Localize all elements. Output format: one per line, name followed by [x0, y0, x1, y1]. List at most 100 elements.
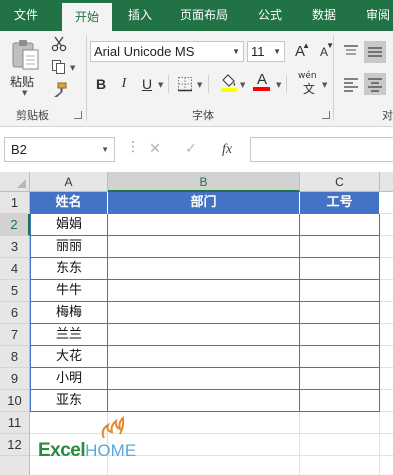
grid-cell[interactable] — [380, 412, 393, 434]
font-color-button[interactable]: A — [252, 71, 274, 93]
row-header[interactable]: 11 — [0, 412, 30, 434]
grid-cell[interactable] — [108, 434, 300, 456]
row-header[interactable]: 10 — [0, 390, 30, 412]
grid-cell[interactable] — [380, 434, 393, 456]
table-cell-name[interactable]: 丽丽 — [31, 236, 108, 258]
tab-review[interactable]: 审阅 — [358, 0, 393, 31]
fill-color-button[interactable] — [218, 71, 240, 93]
row-header[interactable]: 1 — [0, 192, 30, 214]
copy-dropdown-arrow[interactable]: ▼ — [70, 64, 75, 72]
underline-dropdown-arrow[interactable]: ▼ — [158, 81, 163, 89]
column-header-d[interactable] — [380, 172, 393, 192]
grid-cell[interactable] — [380, 192, 393, 214]
table-cell-employee-id[interactable] — [300, 302, 380, 324]
borders-dropdown-arrow[interactable]: ▼ — [197, 81, 202, 89]
table-cell-name[interactable]: 东东 — [31, 258, 108, 280]
table-cell-employee-id[interactable] — [300, 368, 380, 390]
column-header-a[interactable]: A — [30, 172, 108, 192]
table-header-employee-id[interactable]: 工号 — [300, 192, 380, 214]
grid-cell[interactable] — [380, 236, 393, 258]
row-header[interactable] — [0, 456, 30, 475]
grid-cell[interactable] — [300, 456, 380, 475]
table-cell-employee-id[interactable] — [300, 390, 380, 412]
tab-home[interactable]: 开始 — [62, 3, 112, 31]
table-cell-name[interactable]: 亚东 — [31, 390, 108, 412]
table-cell-employee-id[interactable] — [300, 236, 380, 258]
italic-button[interactable]: I — [113, 73, 135, 95]
table-cell-department[interactable] — [108, 280, 300, 302]
table-cell-department[interactable] — [108, 302, 300, 324]
column-header-b[interactable]: B — [108, 172, 300, 192]
table-cell-department[interactable] — [108, 346, 300, 368]
table-cell-employee-id[interactable] — [300, 324, 380, 346]
table-cell-name[interactable]: 牛牛 — [31, 280, 108, 302]
table-cell-department[interactable] — [108, 390, 300, 412]
grid-cell[interactable] — [380, 456, 393, 475]
copy-button[interactable] — [48, 56, 70, 78]
table-cell-department[interactable] — [108, 324, 300, 346]
grid-cell[interactable] — [380, 346, 393, 368]
grid-cell[interactable] — [380, 302, 393, 324]
grid-cell[interactable] — [380, 324, 393, 346]
table-cell-name[interactable]: 娟娟 — [31, 214, 108, 236]
table-cell-employee-id[interactable] — [300, 214, 380, 236]
grid-cell[interactable] — [380, 368, 393, 390]
grid-cell[interactable] — [108, 456, 300, 475]
phonetic-button[interactable]: wén 文 — [297, 69, 323, 96]
row-header[interactable]: 3 — [0, 236, 30, 258]
tab-insert[interactable]: 插入 — [118, 0, 162, 31]
align-center-button[interactable] — [364, 73, 386, 95]
row-header[interactable]: 6 — [0, 302, 30, 324]
tab-file[interactable]: 文件 — [4, 0, 48, 31]
row-header[interactable]: 9 — [0, 368, 30, 390]
shrink-font-button[interactable]: A ▼ — [313, 41, 335, 63]
table-cell-name[interactable]: 大花 — [31, 346, 108, 368]
cut-button[interactable] — [48, 33, 70, 55]
name-box[interactable]: B2 ▼ — [4, 137, 115, 162]
select-all-button[interactable] — [0, 172, 30, 192]
font-size-combo[interactable]: 11 ▼ — [247, 41, 285, 62]
table-cell-department[interactable] — [108, 368, 300, 390]
formula-input[interactable] — [250, 137, 393, 162]
grid-cell[interactable] — [380, 258, 393, 280]
underline-button[interactable]: U — [136, 73, 158, 95]
grid-cell[interactable] — [380, 390, 393, 412]
align-middle-button[interactable] — [364, 41, 386, 63]
grid-cell[interactable] — [300, 412, 380, 434]
row-header[interactable]: 5 — [0, 280, 30, 302]
row-header[interactable]: 4 — [0, 258, 30, 280]
insert-function-button[interactable]: fx — [214, 137, 240, 162]
row-header[interactable]: 12 — [0, 434, 30, 456]
borders-button[interactable] — [174, 73, 196, 95]
grid-cell[interactable] — [108, 412, 300, 434]
format-painter-button[interactable] — [48, 79, 70, 101]
grid-cell[interactable] — [380, 280, 393, 302]
row-header[interactable]: 7 — [0, 324, 30, 346]
table-header-name[interactable]: 姓名 — [30, 192, 108, 214]
font-name-combo[interactable]: Arial Unicode MS ▼ — [90, 41, 244, 62]
font-dialog-launcher[interactable] — [322, 111, 330, 119]
table-cell-department[interactable] — [108, 236, 300, 258]
table-cell-employee-id[interactable] — [300, 280, 380, 302]
fill-color-dropdown-arrow[interactable]: ▼ — [240, 81, 245, 89]
align-left-button[interactable] — [340, 73, 362, 95]
table-cell-name[interactable]: 小明 — [31, 368, 108, 390]
row-header[interactable]: 2 — [0, 214, 30, 236]
clipboard-dialog-launcher[interactable] — [74, 111, 82, 119]
cancel-button[interactable]: ✕ — [142, 137, 168, 162]
tab-formulas[interactable]: 公式 — [250, 0, 290, 31]
enter-button[interactable]: ✓ — [178, 137, 204, 162]
column-header-c[interactable]: C — [300, 172, 380, 192]
tab-page-layout[interactable]: 页面布局 — [172, 0, 236, 31]
font-color-dropdown-arrow[interactable]: ▼ — [276, 81, 281, 89]
row-header[interactable]: 8 — [0, 346, 30, 368]
grid-cell[interactable] — [30, 412, 108, 434]
table-cell-name[interactable]: 梅梅 — [31, 302, 108, 324]
paste-dropdown-arrow[interactable]: ▼ — [22, 89, 27, 97]
table-cell-employee-id[interactable] — [300, 258, 380, 280]
table-cell-name[interactable]: 兰兰 — [31, 324, 108, 346]
tab-data[interactable]: 数据 — [304, 0, 344, 31]
table-cell-department[interactable] — [108, 214, 300, 236]
table-cell-department[interactable] — [108, 258, 300, 280]
table-cell-employee-id[interactable] — [300, 346, 380, 368]
